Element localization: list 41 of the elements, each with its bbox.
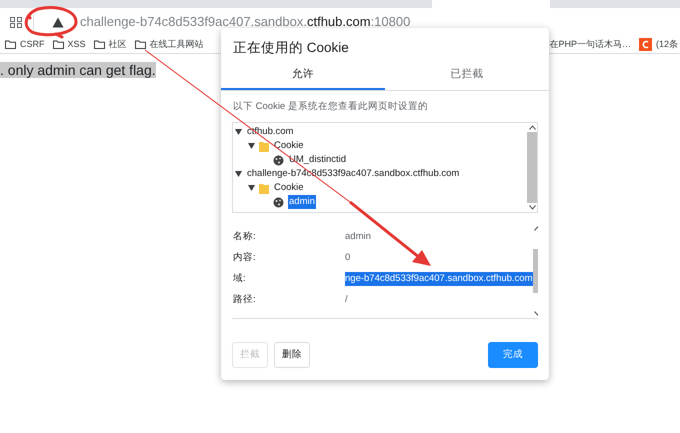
dialog-tab[interactable]: 已拦截 — [385, 64, 549, 90]
dialog-button[interactable]: 删除 — [274, 342, 310, 368]
logo-icon — [638, 38, 652, 51]
expanded-triangle-icon — [235, 171, 242, 178]
tree-item[interactable]: Cookie — [273, 181, 305, 196]
tree-item[interactable]: admin — [288, 195, 316, 210]
bookmark[interactable]: (12条 — [638, 38, 678, 52]
detail-value: / — [345, 292, 348, 307]
folder-icon — [134, 40, 146, 49]
scroll-up-icon — [528, 125, 536, 130]
cookie-icon — [273, 196, 284, 208]
apps-icon — [10, 16, 23, 28]
bookmark[interactable]: 在线工具网站 — [134, 38, 204, 52]
expanded-triangle-icon — [235, 129, 242, 136]
folder-icon — [52, 40, 64, 49]
folder-icon — [5, 40, 16, 49]
detail-label: 域: — [232, 272, 247, 286]
expanded-triangle-icon — [248, 185, 255, 192]
folder-icon — [259, 140, 269, 152]
detail-label: 名称: — [232, 230, 257, 244]
dialog-tab[interactable]: 允许 — [221, 64, 385, 90]
bookmark[interactable]: 在PHP一句话木马… — [549, 38, 631, 52]
detail-value: admin — [345, 230, 371, 244]
detail-label: 内容: — [232, 250, 257, 265]
dialog-title: 正在使用的 Cookie — [232, 39, 350, 57]
tree-item[interactable]: Cookie — [273, 139, 305, 154]
scroll-down-icon — [528, 205, 536, 210]
url-field[interactable]: challenge-b74c8d533f9ac407.sandbox.ctfhub.com:10800 — [80, 12, 410, 32]
folder-icon — [259, 182, 269, 194]
cookie-icon — [273, 154, 284, 166]
detail-value: 0 — [345, 250, 350, 265]
folder-icon — [94, 40, 105, 49]
detail-label: 路径: — [232, 292, 257, 307]
description-text: 以下 Cookie 是系统在您查看此网页时设置的 — [232, 100, 429, 114]
detail-value: nge-b74c8d533f9ac407.sandbox.ctfhub.com — [345, 272, 532, 286]
page-text: . only admin can get flag. — [0, 62, 156, 78]
expanded-triangle-icon — [248, 143, 255, 150]
scrollbar[interactable] — [527, 123, 537, 212]
bookmark[interactable]: CSRF — [5, 38, 44, 52]
bookmark[interactable]: 社区 — [94, 38, 127, 52]
bookmark[interactable]: XSS — [52, 38, 86, 52]
